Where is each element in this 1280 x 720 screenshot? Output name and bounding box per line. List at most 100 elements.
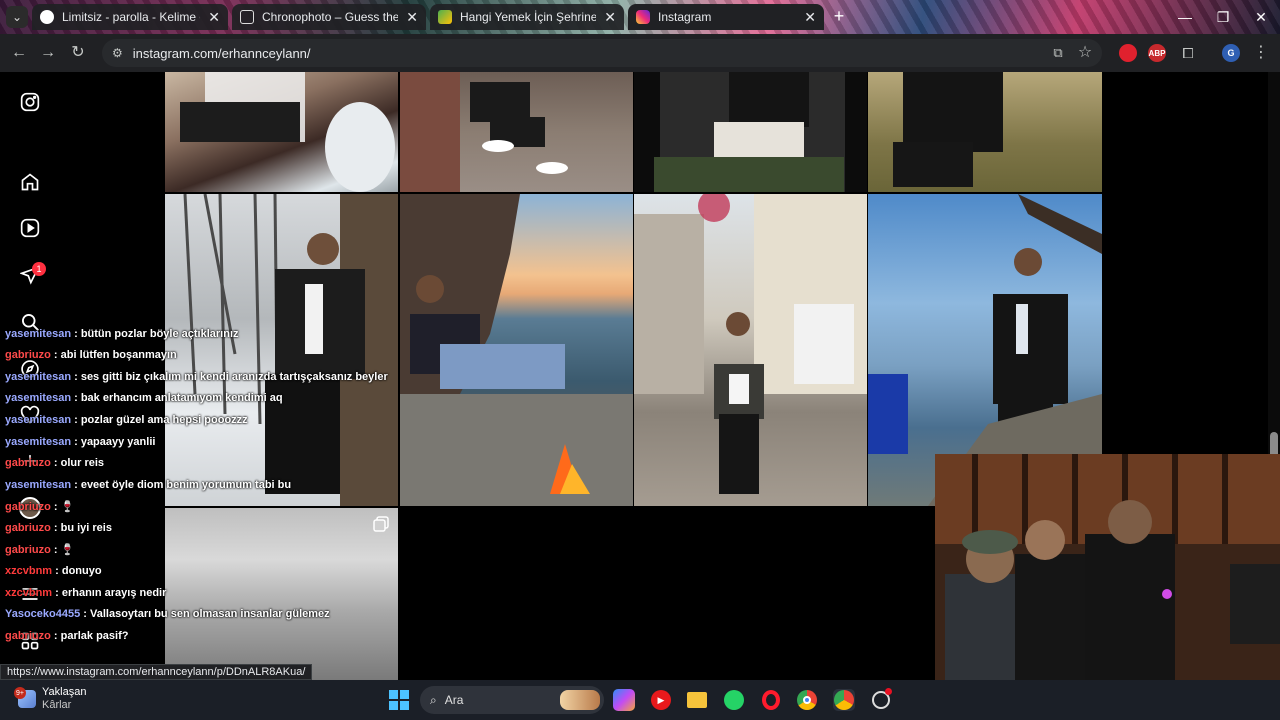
chat-message: yasemitesan : bak erhancım anlatamıyom k… (5, 392, 283, 404)
tab-title: Hangi Yemek İçin Şehrine Gider (460, 10, 597, 24)
post-thumbnail[interactable] (634, 72, 867, 192)
search-icon: ⌕ (430, 692, 437, 707)
adblock-extension-icon[interactable]: ABP (1148, 44, 1166, 62)
restore-icon[interactable]: ❐ (1204, 0, 1242, 34)
chat-message: Yasoceko4455 : Vallasoytarı bu sen olmas… (5, 608, 330, 620)
chat-text: : ses gitti biz çıkalım mi kendi aranızd… (71, 371, 388, 383)
close-window-icon[interactable]: ✕ (1242, 0, 1280, 34)
back-icon[interactable]: ← (9, 43, 29, 63)
tab-instagram[interactable]: Instagram ✕ (628, 4, 824, 30)
shield-extension-icon[interactable] (1119, 44, 1137, 62)
chat-message: xzcvbnm : erhanın arayış nedir (5, 587, 166, 599)
new-tab-button[interactable]: + (829, 7, 849, 27)
chat-username: gabriuzo (5, 630, 51, 642)
windows-start-icon[interactable] (388, 689, 410, 711)
whatsapp-icon[interactable] (723, 689, 745, 711)
weather-widget[interactable]: 9+ Yaklaşan Kârlar (14, 686, 87, 712)
taskbar-search[interactable]: ⌕ Ara (420, 686, 604, 714)
post-thumbnail[interactable] (634, 194, 867, 506)
chat-text: : donuyo (52, 565, 102, 577)
chat-username: gabriuzo (5, 457, 51, 469)
tab-title: Limitsiz - parolla - Kelime oyunu (62, 10, 200, 24)
copilot-icon[interactable] (613, 689, 635, 711)
tab-parolla[interactable]: Limitsiz - parolla - Kelime oyunu ✕ (32, 4, 228, 30)
tab-title: Instagram (658, 10, 712, 24)
youtube-app-icon[interactable]: ▶ (650, 689, 672, 711)
chat-username: gabriuzo (5, 349, 51, 361)
quiz-favicon-icon (438, 10, 452, 24)
chat-text: : Vallasoytarı bu sen olmasan insanlar g… (80, 608, 330, 620)
chat-username: gabriuzo (5, 501, 51, 513)
address-bar[interactable]: ⚙ instagram.com/erhannceylann/ (102, 39, 1102, 67)
tab-title: Chronophoto – Guess the Year (262, 10, 399, 24)
instagram-logo-icon[interactable] (19, 91, 41, 113)
chat-text: : erhanın arayış nedir (52, 587, 167, 599)
chat-message: gabriuzo : 🍷 (5, 543, 74, 556)
close-tab-icon[interactable]: ✕ (804, 9, 816, 26)
reload-icon[interactable]: ↻ (68, 43, 88, 63)
chat-username: yasemitesan (5, 328, 72, 340)
bookmark-star-icon[interactable]: ☆ (1075, 43, 1095, 63)
weather-badge: 9+ (14, 687, 26, 699)
post-thumbnail[interactable] (165, 194, 398, 506)
chat-text: : parlak pasif? (50, 630, 129, 642)
chat-text: : 🍷 (50, 544, 75, 556)
file-explorer-icon[interactable] (686, 689, 708, 711)
url-text: instagram.com/erhannceylann/ (132, 45, 311, 61)
chat-message: gabriuzo : abi lütfen boşanmayın (5, 349, 177, 361)
browser-toolbar: ← → ↻ ⚙ instagram.com/erhannceylann/ ⧉ ☆… (0, 34, 1280, 72)
reels-icon[interactable] (19, 217, 41, 239)
profile-avatar[interactable]: G (1222, 44, 1240, 62)
chat-text: : pozlar güzel ama hepsi pooozzz (71, 414, 248, 426)
chat-message: yasemitesan : bütün pozlar böyle açtıkla… (5, 328, 239, 340)
post-thumbnail[interactable] (400, 72, 633, 192)
home-icon[interactable] (19, 171, 41, 193)
site-info-icon[interactable]: ⚙ (112, 46, 123, 60)
camera-favicon-icon (240, 10, 254, 24)
tab-hangi-yemek[interactable]: Hangi Yemek İçin Şehrine Gider ✕ (430, 4, 624, 30)
chat-message: gabriuzo : parlak pasif? (5, 630, 128, 642)
webcam-overlay (935, 454, 1280, 680)
chat-username: yasemitesan (5, 414, 72, 426)
weather-subtitle: Kârlar (42, 699, 72, 711)
chrome-icon[interactable] (796, 689, 818, 711)
chat-message: gabriuzo : olur reis (5, 457, 104, 469)
browser-menu-icon[interactable]: ⋮ (1251, 43, 1271, 63)
weather-title: Yaklaşan (42, 686, 87, 698)
install-app-icon[interactable]: ⧉ (1048, 43, 1068, 63)
chat-message: yasemitesan : pozlar güzel ama hepsi poo… (5, 414, 248, 426)
instagram-favicon-icon (636, 10, 650, 24)
forward-icon[interactable]: → (38, 43, 58, 63)
close-tab-icon[interactable]: ✕ (604, 9, 616, 26)
post-thumbnail[interactable] (165, 72, 398, 192)
chat-text: : bu iyi reis (50, 522, 112, 534)
browser-tab-strip: ⌄ Limitsiz - parolla - Kelime oyunu ✕ Ch… (0, 0, 1280, 34)
post-thumbnail[interactable] (400, 194, 633, 506)
chat-text: : abi lütfen boşanmayın (50, 349, 177, 361)
chrome-profile-icon[interactable] (833, 689, 855, 711)
chat-text: : bak erhancım anlatamıyom kendimi aq (71, 392, 283, 404)
chat-text: : bütün pozlar böyle açtıklarınız (71, 328, 239, 340)
extensions-puzzle-icon[interactable]: ⧠ (1178, 43, 1198, 63)
chat-message: xzcvbnm : donuyo (5, 565, 102, 577)
post-thumbnail[interactable] (868, 72, 1102, 192)
recording-app-icon[interactable] (870, 688, 892, 711)
minimize-icon[interactable]: — (1166, 0, 1204, 34)
chat-username: yasemitesan (5, 479, 72, 491)
tab-chronophoto[interactable]: Chronophoto – Guess the Year ✕ (232, 4, 426, 30)
search-highlight-icon (560, 690, 600, 710)
chat-username: gabriuzo (5, 522, 51, 534)
opera-icon[interactable] (760, 689, 782, 711)
chat-message: yasemitesan : ses gitti biz çıkalım mi k… (5, 371, 388, 383)
close-tab-icon[interactable]: ✕ (406, 9, 418, 26)
chat-message: gabriuzo : 🍷 (5, 500, 74, 513)
tab-search-button[interactable]: ⌄ (6, 6, 28, 28)
close-tab-icon[interactable]: ✕ (208, 9, 220, 26)
windows-taskbar: 9+ Yaklaşan Kârlar ⌕ Ara ▶ (0, 680, 1280, 720)
chat-text: : eveet öyle diom benim yorumum tabi bu (71, 479, 292, 491)
search-placeholder: Ara (444, 693, 464, 707)
chat-message: gabriuzo : bu iyi reis (5, 522, 112, 534)
chat-message: yasemitesan : yapaayy yanlii (5, 436, 155, 448)
chat-text: : 🍷 (50, 501, 75, 513)
post-thumbnail[interactable] (165, 508, 398, 680)
